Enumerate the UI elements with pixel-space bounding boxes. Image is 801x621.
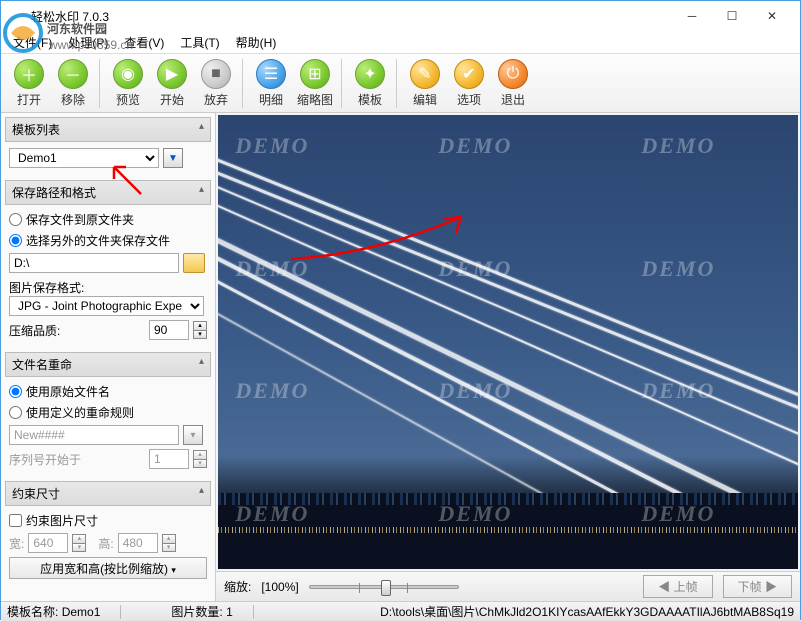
status-template-label: 模板名称: Demo1 (7, 603, 100, 620)
prev-frame-button[interactable]: ◀ 上帧 (643, 575, 712, 598)
main-area: 模板列表 Demo1 ▼ 保存路径和格式 保存文件到原文件夹 选择另外的文件夹保… (1, 113, 800, 601)
preview-button[interactable]: ◉预览 (108, 59, 148, 108)
preview-footer: 缩放: [100%] ◀ 上帧 下帧 ▶ (216, 571, 800, 601)
constrain-size-label: 约束图片尺寸 (26, 512, 98, 529)
menu-tool[interactable]: 工具(T) (174, 32, 225, 53)
rename-header[interactable]: 文件名重命 (5, 352, 211, 377)
preview-image: DEMO DEMO DEMO DEMO DEMO DEMO DEMO DEMO … (218, 115, 798, 569)
exit-button[interactable]: ⏻退出 (493, 59, 533, 108)
rename-pattern-input (9, 425, 179, 445)
menu-process[interactable]: 处理(P) (62, 32, 114, 53)
save-same-label: 保存文件到原文件夹 (26, 211, 134, 228)
zoom-value: [100%] (261, 580, 298, 594)
height-label: 高: (98, 535, 113, 552)
toolbar: ＋打开 －移除 ◉预览 ▶开始 ■放弃 ☰明细 ⊞缩略图 ✦模板 ✎编辑 ✔选项… (1, 53, 800, 113)
options-button[interactable]: ✔选项 (449, 59, 489, 108)
rename-orig-label: 使用原始文件名 (26, 383, 110, 400)
edit-button[interactable]: ✎编辑 (405, 59, 445, 108)
next-frame-button[interactable]: 下帧 ▶ (723, 575, 792, 598)
titlebar: 轻松水印 7.0.3 ─ ☐ ✕ (1, 1, 800, 31)
preview-pane: DEMO DEMO DEMO DEMO DEMO DEMO DEMO DEMO … (216, 113, 800, 601)
template-dropdown-extra[interactable]: ▼ (163, 148, 183, 168)
save-same-radio[interactable] (9, 213, 22, 226)
save-other-label: 选择另外的文件夹保存文件 (26, 232, 170, 249)
open-button[interactable]: ＋打开 (9, 59, 49, 108)
remove-button[interactable]: －移除 (53, 59, 93, 108)
save-other-radio[interactable] (9, 234, 22, 247)
format-select[interactable]: JPG - Joint Photographic Experts Group (9, 296, 204, 316)
menubar: 文件(F) 处理(P) 查看(V) 工具(T) 帮助(H) (1, 31, 800, 53)
status-count-label: 图片数量: 1 (171, 603, 232, 620)
abort-button[interactable]: ■放弃 (196, 59, 236, 108)
window-title: 轻松水印 7.0.3 (31, 8, 672, 25)
template-select[interactable]: Demo1 (9, 148, 159, 168)
format-label: 图片保存格式: (9, 281, 84, 295)
constrain-size-checkbox[interactable] (9, 514, 22, 527)
apply-size-button[interactable]: 应用宽和高(按比例缩放) ▾ (9, 557, 207, 579)
zoom-label: 缩放: (224, 578, 251, 595)
quality-input[interactable] (149, 320, 189, 340)
zoom-slider[interactable] (309, 585, 459, 589)
width-input (28, 533, 68, 553)
seq-spinner: ▴▾ (193, 450, 207, 468)
menu-file[interactable]: 文件(F) (7, 32, 58, 53)
seq-input (149, 449, 189, 469)
browse-folder-button[interactable] (183, 253, 205, 273)
rename-rule-radio[interactable] (9, 406, 22, 419)
status-path: D:\tools\桌面\图片\ChMkJld2O1KIYcasAAfEkkY3G… (380, 603, 794, 620)
minimize-button[interactable]: ─ (672, 2, 712, 30)
template-list-header[interactable]: 模板列表 (5, 117, 211, 142)
size-header[interactable]: 约束尺寸 (5, 481, 211, 506)
thumbnail-button[interactable]: ⊞缩略图 (295, 59, 335, 108)
rename-orig-radio[interactable] (9, 385, 22, 398)
sidebar: 模板列表 Demo1 ▼ 保存路径和格式 保存文件到原文件夹 选择另外的文件夹保… (1, 113, 216, 601)
width-spinner: ▴▾ (72, 534, 86, 552)
app-icon (9, 8, 25, 24)
width-label: 宽: (9, 535, 24, 552)
template-button[interactable]: ✦模板 (350, 59, 390, 108)
rename-pattern-dropdown: ▾ (183, 425, 203, 445)
height-spinner: ▴▾ (162, 534, 176, 552)
rename-rule-label: 使用定义的重命规则 (26, 404, 134, 421)
statusbar: 模板名称: Demo1 图片数量: 1 D:\tools\桌面\图片\ChMkJ… (1, 601, 800, 621)
close-button[interactable]: ✕ (752, 2, 792, 30)
menu-view[interactable]: 查看(V) (118, 32, 170, 53)
save-path-input[interactable] (9, 253, 179, 273)
detail-button[interactable]: ☰明细 (251, 59, 291, 108)
quality-label: 压缩品质: (9, 322, 60, 339)
start-button[interactable]: ▶开始 (152, 59, 192, 108)
height-input (118, 533, 158, 553)
quality-spinner[interactable]: ▴▾ (193, 321, 207, 339)
menu-help[interactable]: 帮助(H) (230, 32, 283, 53)
save-header[interactable]: 保存路径和格式 (5, 180, 211, 205)
seq-label: 序列号开始于 (9, 451, 81, 468)
maximize-button[interactable]: ☐ (712, 2, 752, 30)
